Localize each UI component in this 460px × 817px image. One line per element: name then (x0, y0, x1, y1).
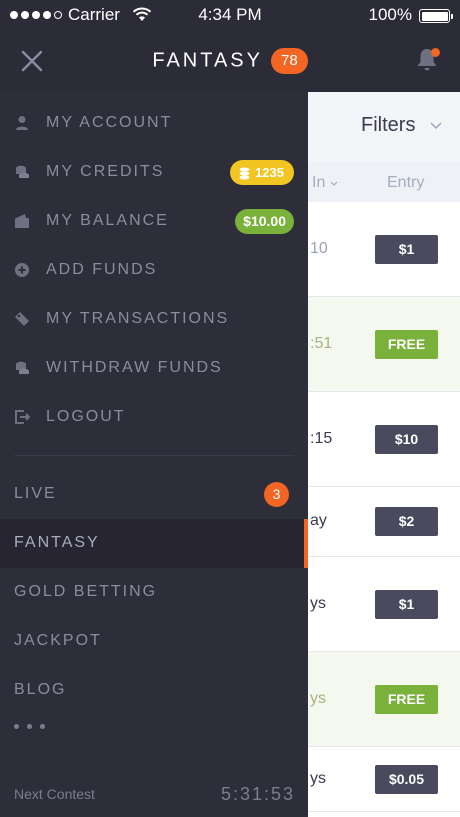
entry-fee-button[interactable]: $1 (375, 234, 438, 264)
nav-label: GOLD BETTING (14, 583, 158, 600)
menu-label: WITHDRAW FUNDS (46, 359, 223, 376)
next-contest-timer: 5:31:53 (220, 784, 295, 804)
contest-row[interactable]: ay $2 (308, 487, 460, 557)
more-options-icon[interactable] (14, 724, 45, 729)
contest-row[interactable]: ys $0.05 (308, 747, 460, 812)
coins-icon (239, 167, 250, 180)
divider (14, 455, 294, 456)
contest-start-time: :15 (310, 429, 333, 447)
nav-live[interactable]: LIVE 3 (0, 470, 308, 519)
filters-bar[interactable]: Filters (308, 92, 460, 162)
tag-icon (15, 312, 29, 326)
contest-row[interactable]: :51 FREE (308, 297, 460, 392)
menu-logout[interactable]: LOGOUT (0, 393, 308, 442)
status-bar: Carrier 4:34 PM 100% (0, 0, 460, 30)
contest-list-panel: Filters In Entry 10 $1 :51 FREE :15 $10 ay $2 ys… (308, 92, 460, 817)
filters-button[interactable]: Filters (361, 114, 415, 137)
contest-row[interactable]: ys $1 (308, 557, 460, 652)
menu-label: MY BALANCE (46, 212, 169, 229)
menu-label: MY TRANSACTIONS (46, 310, 230, 327)
nav-label: FANTASY (14, 534, 100, 551)
fantasy-count-badge: 78 (270, 48, 308, 74)
plus-circle-icon (15, 263, 29, 277)
nav-label: BLOG (14, 681, 67, 698)
app-header: FANTASY 78 (0, 30, 460, 92)
column-headers: In Entry (308, 162, 460, 202)
credits-value: 1235 (255, 165, 284, 180)
battery-icon (419, 9, 453, 23)
side-drawer: MY ACCOUNT MY CREDITS 1235 MY BALANCE $1… (0, 92, 308, 817)
menu-withdraw-funds[interactable]: WITHDRAW FUNDS (0, 344, 308, 393)
contest-start-time: ay (310, 512, 327, 529)
header-title-group: FANTASY 78 (0, 48, 460, 74)
page-title: FANTASY (152, 49, 263, 72)
contest-row[interactable]: 10 $1 (308, 202, 460, 297)
nav-label: JACKPOT (14, 632, 102, 649)
coins-icon (16, 361, 29, 374)
wallet-icon (15, 214, 29, 228)
notification-dot (431, 48, 440, 57)
active-indicator (304, 519, 308, 568)
nav-jackpot[interactable]: JACKPOT (0, 617, 308, 666)
column-starts-in[interactable]: In (312, 174, 338, 192)
entry-fee-button[interactable]: FREE (375, 684, 438, 714)
contest-start-time: ys (310, 689, 326, 707)
contest-start-time: :51 (310, 334, 333, 352)
entry-fee-button[interactable]: $10 (375, 424, 438, 454)
logout-icon (15, 410, 30, 424)
balance-badge: $10.00 (235, 209, 294, 234)
entry-fee-button[interactable]: $0.05 (375, 764, 438, 794)
nav-gold-betting[interactable]: GOLD BETTING (0, 568, 308, 617)
entry-fee-button[interactable]: $2 (375, 507, 438, 536)
entry-fee-button[interactable]: $1 (375, 589, 438, 619)
entry-fee-button[interactable]: FREE (375, 329, 438, 359)
column-entry: Entry (387, 174, 425, 191)
menu-label: MY CREDITS (46, 163, 165, 180)
coins-icon (16, 165, 29, 178)
menu-my-credits[interactable]: MY CREDITS 1235 (0, 148, 308, 197)
menu-add-funds[interactable]: ADD FUNDS (0, 246, 308, 295)
menu-label: LOGOUT (46, 408, 126, 425)
contest-row[interactable]: ys FREE (308, 652, 460, 747)
chevron-down-icon (330, 181, 338, 186)
menu-label: MY ACCOUNT (46, 114, 173, 131)
menu-label: ADD FUNDS (46, 261, 158, 278)
notifications-button[interactable] (414, 46, 440, 74)
contest-start-time: ys (310, 594, 326, 612)
chevron-down-icon (430, 122, 442, 130)
menu-my-balance[interactable]: MY BALANCE $10.00 (0, 197, 308, 246)
contest-start-time: 10 (310, 239, 328, 257)
battery-percent: 100% (368, 5, 412, 24)
contest-start-time: ys (310, 769, 326, 787)
nav-fantasy[interactable]: FANTASY (0, 519, 308, 568)
live-count-badge: 3 (264, 482, 289, 507)
nav-label: LIVE (14, 485, 57, 502)
column-starts-in-label: In (312, 174, 326, 191)
user-icon (16, 116, 28, 130)
menu-my-transactions[interactable]: MY TRANSACTIONS (0, 295, 308, 344)
contest-row[interactable]: :15 $10 (308, 392, 460, 487)
credits-badge: 1235 (230, 160, 294, 185)
nav-blog[interactable]: BLOG (0, 666, 308, 715)
next-contest-label: Next Contest (14, 786, 95, 802)
menu-my-account[interactable]: MY ACCOUNT (0, 99, 308, 148)
contest-rows: 10 $1 :51 FREE :15 $10 ay $2 ys $1 ys FREE ys $0.05 (308, 202, 460, 812)
